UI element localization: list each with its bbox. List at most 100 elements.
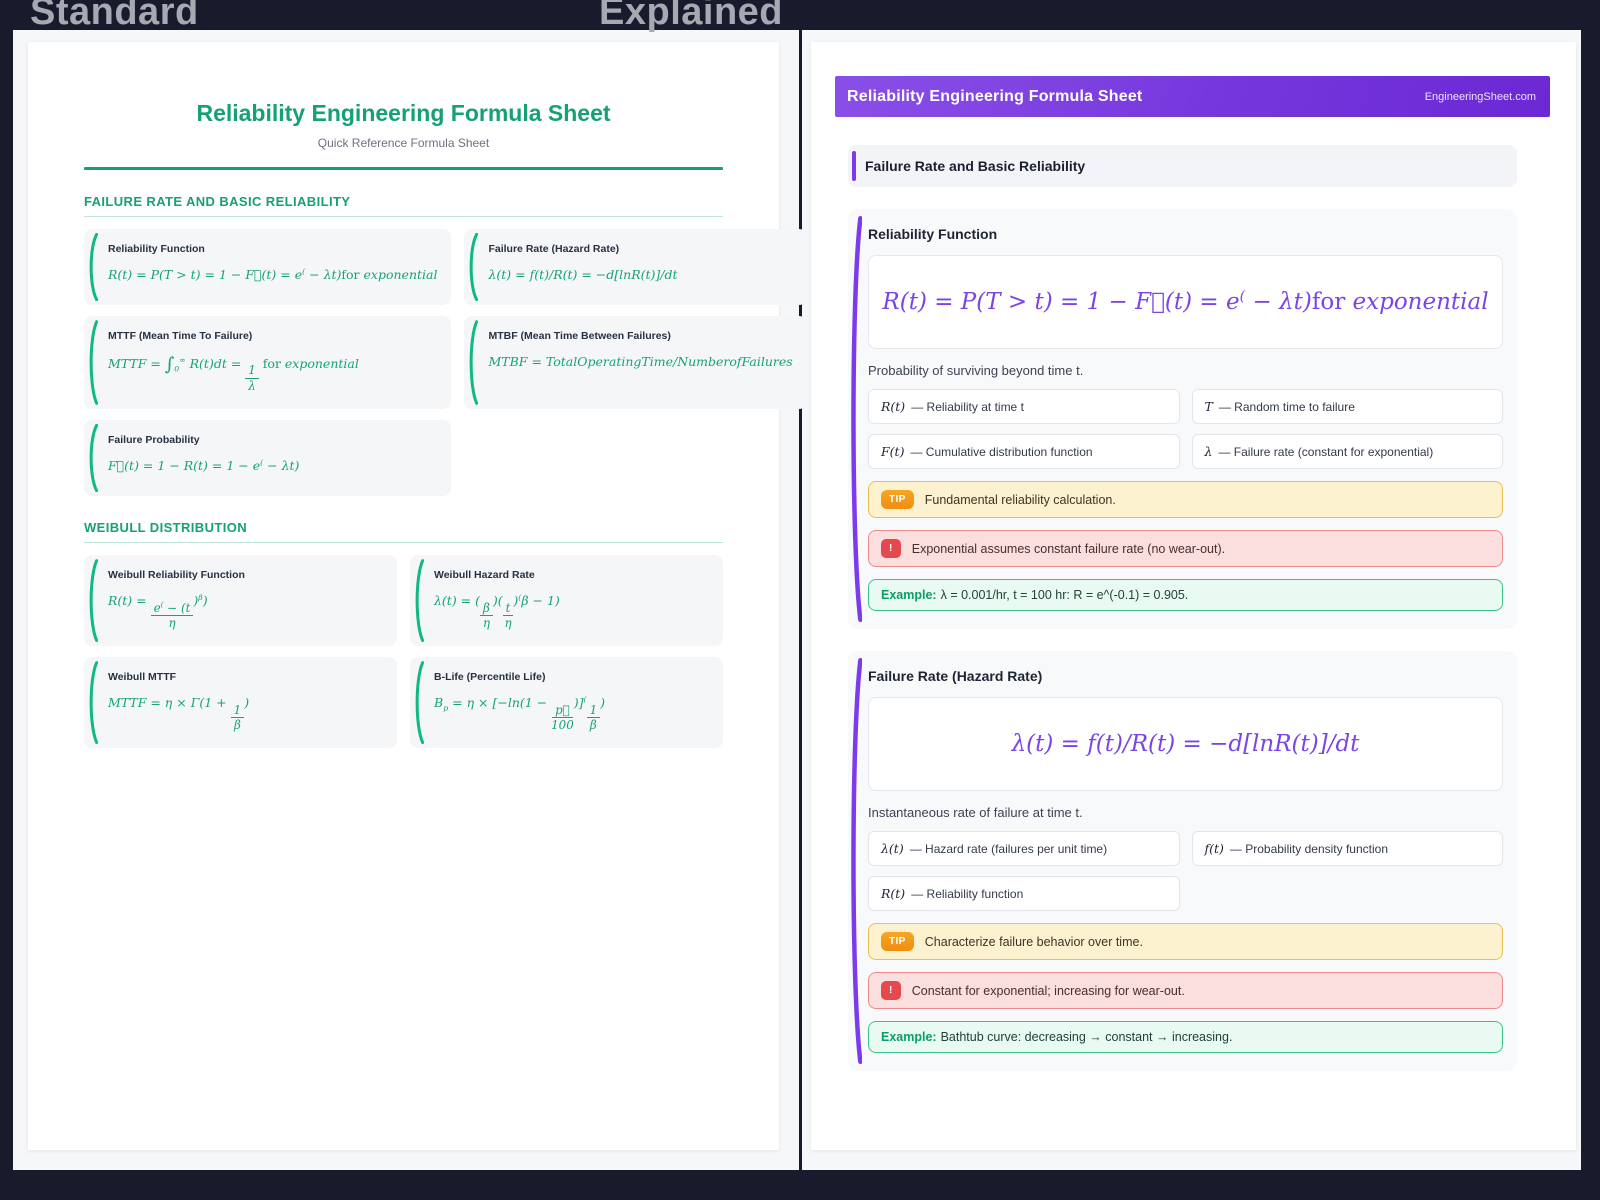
warning-badge-icon: ! (881, 981, 901, 1000)
warning-text: Constant for exponential; increasing for… (911, 983, 1185, 998)
warning-note: ! Constant for exponential; increasing f… (868, 972, 1503, 1009)
formula: R(t) = P(T > t) = 1 − F⃗(t) = e( − λt)fo… (882, 288, 1489, 315)
card-mttf: MTTF (Mean Time To Failure) MTTF = ∫0∞ R… (84, 316, 452, 409)
card-weibull-mttf: Weibull MTTF MTTF = η × Γ(1 + 1 β) (84, 657, 397, 749)
card-failure-probability: Failure Probability F⃗(t) = 1 − R(t) = 1… (84, 419, 452, 496)
variable-meaning: — Reliability at time t (911, 400, 1024, 414)
standard-version-label: Standard (30, 0, 199, 33)
variable-meaning: — Failure rate (constant for exponential… (1218, 445, 1434, 459)
variable-meaning: — Probability density function (1229, 842, 1388, 856)
panels-row: Reliability Engineering Formula Sheet Qu… (13, 30, 1581, 1170)
variable-symbol: f(t) (1204, 841, 1224, 856)
left-bracket-icon (467, 233, 478, 301)
explained-card-title: Failure Rate (Hazard Rate) (868, 668, 1043, 684)
formula-card-title: Weibull MTTF (108, 671, 177, 684)
example-label: Example: (881, 588, 937, 602)
left-bracket-icon (87, 559, 98, 642)
formula-card-grid: Reliability Function R(t) = P(T > t) = 1… (84, 229, 807, 496)
standard-page: Reliability Engineering Formula Sheet Qu… (28, 42, 807, 1150)
tip-badge: TIP (881, 932, 914, 951)
variable-chip: λ(t) — Hazard rate (failures per unit ti… (868, 831, 1180, 866)
explained-content: Failure Rate and Basic Reliability Relia… (848, 145, 1517, 1071)
example-text: Bathtub curve: decreasing → constant → i… (940, 1030, 1233, 1044)
formula-card-title: MTBF (Mean Time Between Failures) (488, 330, 671, 342)
explained-page: Reliability Engineering Formula Sheet En… (811, 42, 1576, 1150)
section-heading-weibull: WEIBULL DISTRIBUTION (84, 520, 723, 543)
left-bracket-icon (87, 424, 98, 492)
formula: Bp = η × [−ln(1 − p⃗ 100)](1 β) (434, 694, 606, 733)
formula: MTTF = ∫0∞ R(t)dt = 1λ for exponential (108, 354, 359, 394)
warning-text: Exponential assumes constant failure rat… (911, 541, 1226, 556)
variable-symbol: T (1204, 399, 1213, 414)
variable-chip: R(t) — Reliability function (868, 876, 1180, 911)
title-divider (84, 167, 723, 170)
variable-chip: f(t) — Probability density function (1191, 831, 1503, 866)
variable-meaning: — Random time to failure (1218, 400, 1355, 414)
variable-chip: λ — Failure rate (constant for exponenti… (1191, 434, 1503, 469)
left-bracket-icon (849, 212, 862, 626)
sheet-header-site: EngineeringSheet.com (1424, 90, 1536, 103)
section-heading-box: Failure Rate and Basic Reliability (848, 145, 1517, 187)
page-title: Reliability Engineering Formula Sheet (196, 100, 611, 126)
formula-card-title: Weibull Hazard Rate (434, 568, 535, 581)
explained-card-failure-rate: Failure Rate (Hazard Rate) λ(t) = f(t)/R… (848, 651, 1517, 1071)
left-bracket-icon (87, 320, 98, 405)
section-heading-text: Failure Rate and Basic Reliability (865, 158, 1086, 174)
formula: λ(t) = (β η)(t η)(β − 1) (434, 592, 560, 631)
warning-badge-icon: ! (881, 539, 901, 558)
left-bracket-icon (849, 654, 862, 1068)
variable-grid: R(t) — Reliability at time t T — Random … (868, 389, 1503, 469)
explained-card-title: Reliability Function (868, 226, 998, 242)
variable-symbol: R(t) (881, 399, 906, 414)
formula: MTTF = η × Γ(1 + 1 β) (108, 695, 250, 733)
variable-chip: T — Random time to failure (1191, 389, 1503, 424)
card-reliability-function: Reliability Function R(t) = P(T > t) = 1… (84, 229, 452, 305)
card-mtbf: MTBF (Mean Time Between Failures) MTBF =… (464, 316, 807, 409)
example-text: λ = 0.001/hr, t = 100 hr: R = e^(-0.1) =… (940, 588, 1189, 602)
card-weibull-reliability: Weibull Reliability Function R(t) = e( −… (84, 554, 397, 647)
variable-grid: λ(t) — Hazard rate (failures per unit ti… (868, 831, 1503, 911)
left-bracket-icon (467, 320, 478, 405)
explained-version-label: Explained (599, 0, 783, 33)
warning-note: ! Exponential assumes constant failure r… (868, 530, 1503, 567)
formula: F⃗(t) = 1 − R(t) = 1 − e( − λt) (108, 457, 300, 473)
tip-text: Fundamental reliability calculation. (924, 492, 1116, 507)
explained-card-reliability-function: Reliability Function R(t) = P(T > t) = 1… (848, 209, 1517, 629)
section-heading-failure-rate: FAILURE RATE AND BASIC RELIABILITY (84, 194, 723, 217)
example-note: Example: Bathtub curve: decreasing → cons… (868, 1021, 1503, 1053)
variable-symbol: F(t) (881, 444, 905, 459)
formula-card-title: Reliability Function (108, 243, 205, 255)
variable-meaning: — Reliability function (911, 887, 1024, 901)
left-bracket-icon (87, 661, 98, 744)
tip-note: TIP Characterize failure behavior over t… (868, 923, 1503, 960)
variable-chip: F(t) — Cumulative distribution function (868, 434, 1180, 469)
formula-card-title: B-Life (Percentile Life) (434, 671, 546, 684)
formula-card-title: Weibull Reliability Function (108, 568, 245, 581)
formula: R(t) = e( − (t η)β) (108, 592, 208, 631)
formula: λ(t) = f(t)/R(t) = −d[lnR(t)]/dt (488, 267, 678, 282)
formula-card-title: MTTF (Mean Time To Failure) (108, 330, 253, 342)
formula: MTBF = TotalOperatingTime/NumberofFailur… (488, 354, 793, 369)
formula-card-title: Failure Rate (Hazard Rate) (488, 243, 620, 255)
formula-description: Probability of surviving beyond time t. (868, 363, 1084, 378)
example-note: Example: λ = 0.001/hr, t = 100 hr: R = e^… (868, 579, 1503, 611)
tip-note: TIP Fundamental reliability calculation. (868, 481, 1503, 518)
sheet-header-bar: Reliability Engineering Formula Sheet En… (835, 76, 1550, 117)
card-failure-rate: Failure Rate (Hazard Rate) λ(t) = f(t)/R… (464, 229, 807, 305)
left-bracket-icon (413, 661, 424, 744)
left-bracket-icon (413, 559, 424, 642)
tip-text: Characterize failure behavior over time. (924, 934, 1143, 949)
variable-chip: R(t) — Reliability at time t (868, 389, 1180, 424)
tip-badge: TIP (881, 490, 914, 509)
formula: R(t) = P(T > t) = 1 − F⃗(t) = e( − λt)fo… (108, 266, 438, 282)
formula-description: Instantaneous rate of failure at time t. (868, 805, 1083, 820)
variable-symbol: λ (1204, 444, 1213, 459)
card-b-life: B-Life (Percentile Life) Bp = η × [−ln(1… (410, 657, 723, 749)
formula-card-title: Failure Probability (108, 433, 200, 446)
page-subtitle: Quick Reference Formula Sheet (317, 136, 490, 150)
card-weibull-hazard: Weibull Hazard Rate λ(t) = (β η)(t η)(β − … (410, 554, 723, 647)
formula-display-box: R(t) = P(T > t) = 1 − F⃗(t) = e( − λt)fo… (868, 255, 1503, 349)
left-bracket-icon (87, 233, 98, 301)
sheet-header-title: Reliability Engineering Formula Sheet (847, 87, 1143, 105)
variable-symbol: λ(t) (881, 841, 904, 856)
